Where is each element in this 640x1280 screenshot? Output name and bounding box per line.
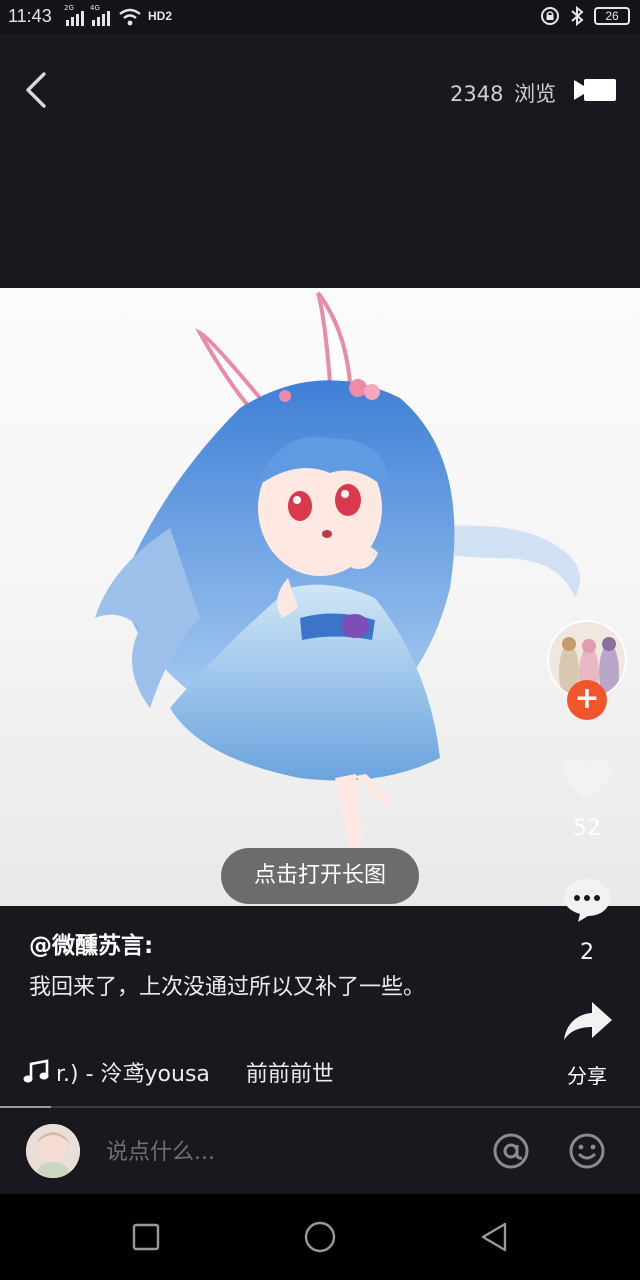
network-badge: HD2	[148, 9, 173, 23]
bluetooth-icon	[571, 6, 584, 26]
status-right: 26	[540, 6, 630, 26]
author-name[interactable]: @微醺苏言:	[29, 926, 153, 960]
at-mention-icon[interactable]	[492, 1132, 530, 1170]
emoji-icon[interactable]	[568, 1132, 606, 1170]
system-nav-bar	[0, 1194, 640, 1280]
post-image[interactable]	[0, 288, 640, 906]
comment-bar	[0, 1108, 640, 1194]
user-avatar[interactable]	[26, 1124, 80, 1178]
music-note-icon	[23, 1059, 49, 1083]
lock-rotation-icon	[541, 7, 559, 25]
open-long-image-button[interactable]: 点击打开长图	[221, 848, 419, 904]
signal-2-icon	[92, 8, 110, 26]
signal-1-icon	[66, 8, 84, 26]
chevron-left-icon[interactable]	[20, 70, 56, 110]
top-bar: 2348 浏览	[0, 34, 640, 288]
comment-input[interactable]	[106, 1130, 466, 1174]
music-track: r.) - 泠鸢yousa	[56, 1062, 210, 1087]
heart-icon[interactable]	[562, 756, 612, 802]
views-count: 2348 浏览	[450, 82, 557, 106]
comment-icon[interactable]	[562, 876, 612, 924]
wifi-icon	[119, 8, 141, 26]
share-label[interactable]: 分享	[545, 1060, 629, 1089]
status-time: 11:43	[8, 6, 52, 26]
share-arrow-icon[interactable]	[562, 1000, 614, 1042]
battery-icon: 26	[594, 7, 630, 25]
follow-button[interactable]: +	[567, 680, 607, 720]
video-camera-icon[interactable]	[572, 76, 618, 104]
like-count: 52	[573, 816, 601, 841]
music-info[interactable]: r.) - 泠鸢yousa 前前前世	[22, 1056, 334, 1088]
comment-count: 2	[580, 940, 594, 965]
back-triangle-icon[interactable]	[477, 1220, 511, 1254]
anime-girl-illustration	[95, 291, 580, 848]
status-bar: 11:43 2G 4G HD2 26	[0, 0, 640, 34]
music-album: 前前前世	[245, 1062, 334, 1087]
recents-square-icon[interactable]	[129, 1220, 163, 1254]
post-info: @微醺苏言: 我回来了，上次没通过所以又补了一些。 r.) - 泠鸢yousa …	[0, 906, 640, 1106]
post-caption: 我回来了，上次没通过所以又补了一些。	[29, 975, 426, 1000]
home-circle-icon[interactable]	[303, 1220, 337, 1254]
user-avatar-image	[26, 1124, 80, 1178]
